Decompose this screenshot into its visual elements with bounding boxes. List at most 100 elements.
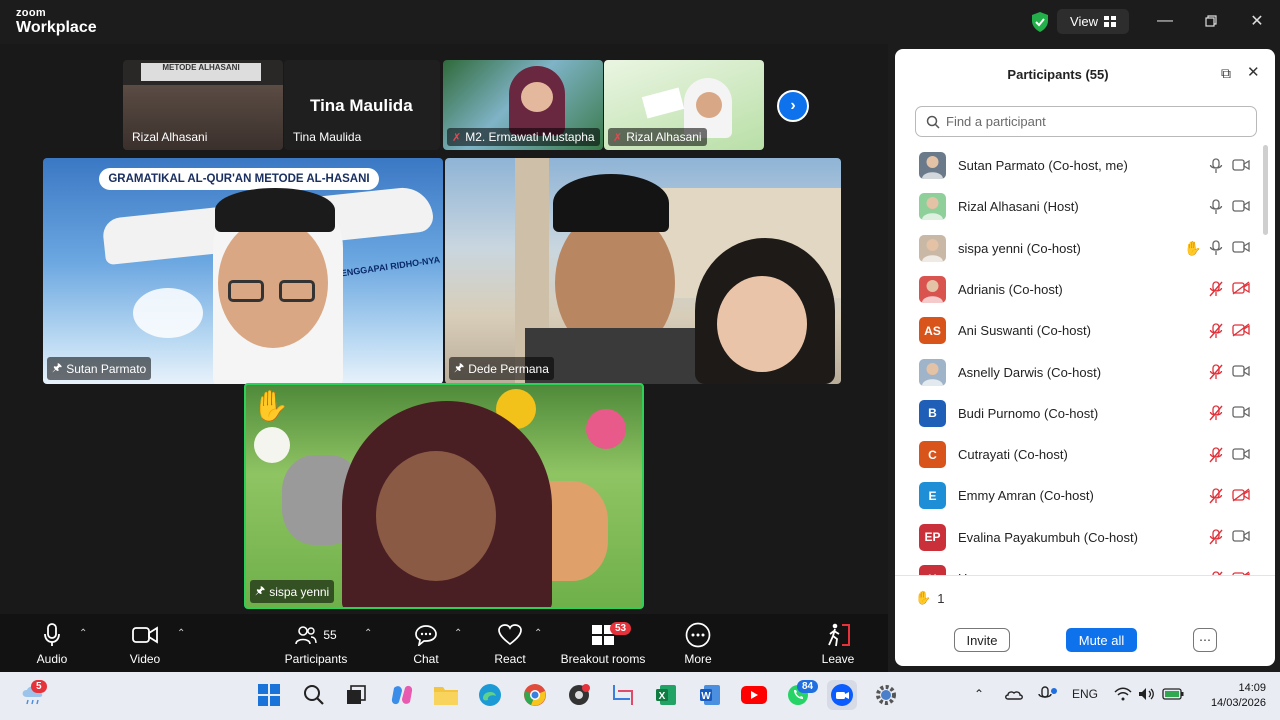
video-tile-dede[interactable]: 🖈 Dede Permana: [445, 158, 841, 384]
video-camera-icon[interactable]: [1232, 529, 1250, 545]
battery-icon[interactable]: [1162, 687, 1184, 701]
app-button-1[interactable]: [564, 680, 594, 710]
participant-row[interactable]: Sutan Parmato (Co-host, me): [895, 145, 1267, 186]
participant-row[interactable]: C Cutrayati (Co-host): [895, 434, 1267, 475]
video-button[interactable]: Video: [122, 622, 168, 666]
video-camera-icon[interactable]: [1232, 405, 1250, 421]
file-explorer-button[interactable]: [431, 680, 461, 710]
chat-button[interactable]: Chat: [406, 622, 446, 666]
react-options-caret[interactable]: ⌃: [534, 628, 542, 639]
audio-button[interactable]: Audio: [30, 622, 74, 666]
video-camera-icon[interactable]: [1232, 447, 1250, 463]
participant-row[interactable]: Rizal Alhasani (Host): [895, 186, 1267, 227]
microphone-muted-icon[interactable]: [1209, 405, 1223, 421]
wifi-icon[interactable]: [1114, 687, 1132, 701]
search-taskbar-button[interactable]: [299, 680, 329, 710]
participant-name: sispa yenni: [269, 584, 330, 599]
onedrive-icon[interactable]: [1004, 687, 1024, 703]
snipping-tool-button[interactable]: [607, 680, 637, 710]
panel-more-button[interactable]: ⋯: [1193, 628, 1217, 652]
brand-big: Workplace: [16, 19, 97, 36]
minimize-icon: —: [1157, 12, 1173, 29]
chevron-up-icon[interactable]: ⌃: [974, 687, 984, 701]
audio-options-caret[interactable]: ⌃: [79, 628, 87, 639]
brand-small: zoom: [16, 7, 46, 19]
excel-button[interactable]: X: [651, 680, 681, 710]
video-camera-icon[interactable]: [1232, 199, 1250, 215]
participant-name: Adrianis (Co-host): [958, 281, 1063, 297]
minimize-button[interactable]: —: [1150, 10, 1180, 32]
invite-button[interactable]: Invite: [954, 628, 1010, 652]
video-camera-icon[interactable]: [1232, 240, 1250, 256]
participant-row[interactable]: EP Evalina Payakumbuh (Co-host): [895, 517, 1267, 558]
avatar: [919, 152, 946, 179]
close-panel-icon[interactable]: ✕: [1247, 63, 1260, 81]
participant-row[interactable]: sispa yenni (Co-host) ✋: [895, 228, 1267, 269]
search-box[interactable]: [915, 106, 1257, 137]
microphone-muted-icon[interactable]: [1209, 446, 1223, 463]
plane-text: MENGGAPAI RIDHO-NYA: [332, 254, 441, 280]
video-options-caret[interactable]: ⌃: [177, 628, 185, 639]
thumbnail-ermawati[interactable]: ✗ M2. Ermawati Mustapha: [443, 60, 603, 150]
leave-button[interactable]: Leave: [818, 622, 858, 666]
more-button[interactable]: More: [678, 622, 718, 666]
raised-hand-icon: ✋: [1184, 239, 1202, 256]
raised-hand-icon: ✋: [252, 390, 290, 423]
microphone-icon[interactable]: [1209, 240, 1223, 256]
thumbnail-rizal-1[interactable]: METODE ALHASANI Rizal Alhasani: [123, 60, 283, 150]
microphone-muted-icon[interactable]: [1209, 488, 1223, 504]
start-button[interactable]: [254, 680, 284, 710]
microphone-muted-icon[interactable]: [1209, 529, 1223, 545]
thumbnail-tina[interactable]: Tina Maulida Tina Maulida: [284, 60, 440, 150]
next-page-button[interactable]: ›: [777, 90, 809, 122]
search-icon: [304, 685, 324, 705]
microphone-muted-icon[interactable]: [1209, 364, 1223, 380]
participant-row[interactable]: Adrianis (Co-host): [895, 269, 1267, 310]
microphone-tray-icon[interactable]: [1036, 686, 1058, 704]
participants-button[interactable]: 55 Participants: [280, 622, 352, 666]
video-camera-icon[interactable]: [1232, 364, 1250, 380]
participant-row[interactable]: E Emmy Amran (Co-host): [895, 475, 1267, 516]
mute-all-button[interactable]: Mute all: [1066, 628, 1137, 652]
video-camera-off-icon[interactable]: [1232, 488, 1250, 504]
participants-count: 55: [323, 628, 337, 642]
react-button[interactable]: React: [490, 622, 530, 666]
system-clock[interactable]: 14:09 14/03/2026: [1196, 681, 1266, 711]
thumbnail-rizal-2[interactable]: ✗ Rizal Alhasani: [604, 60, 764, 150]
participant-list-scrollbar[interactable]: [1263, 145, 1268, 235]
copilot-button[interactable]: [387, 680, 417, 710]
microphone-muted-icon[interactable]: [1209, 281, 1223, 297]
participant-row[interactable]: HH: [895, 558, 1267, 575]
view-button[interactable]: View: [1057, 9, 1129, 34]
pin-icon: 🖈: [52, 362, 63, 374]
search-input[interactable]: [946, 114, 1246, 129]
language-indicator[interactable]: ENG: [1072, 687, 1098, 701]
participant-row[interactable]: AS Ani Suswanti (Co-host): [895, 310, 1267, 351]
participants-options-caret[interactable]: ⌃: [364, 628, 372, 639]
close-window-button[interactable]: ✕: [1242, 10, 1272, 32]
video-camera-off-icon[interactable]: [1232, 323, 1250, 339]
microphone-muted-icon[interactable]: [1209, 323, 1223, 339]
shield-icon[interactable]: [1030, 11, 1050, 33]
microphone-icon[interactable]: [1209, 157, 1223, 174]
video-camera-off-icon[interactable]: [1232, 281, 1250, 297]
pop-out-icon[interactable]: ⧉: [1221, 65, 1231, 82]
microphone-icon[interactable]: [1209, 199, 1223, 215]
settings-button[interactable]: [871, 680, 901, 710]
breakout-rooms-button[interactable]: Breakout rooms: [558, 622, 648, 666]
raised-hands-count[interactable]: ✋ 1: [915, 590, 944, 606]
video-camera-icon[interactable]: [1232, 158, 1250, 174]
participant-row[interactable]: B Budi Purnomo (Co-host): [895, 393, 1267, 434]
youtube-button[interactable]: [739, 680, 769, 710]
task-view-button[interactable]: [341, 680, 371, 710]
volume-icon[interactable]: [1138, 687, 1156, 701]
video-tile-sispa[interactable]: ✋ 🖈 sispa yenni: [244, 383, 644, 609]
participant-row[interactable]: Asnelly Darwis (Co-host): [895, 352, 1267, 393]
video-tile-sutan[interactable]: GRAMATIKAL AL-QUR'AN METODE AL-HASANI ME…: [43, 158, 443, 384]
restore-button[interactable]: [1196, 10, 1226, 32]
edge-button[interactable]: [475, 680, 505, 710]
zoom-taskbar-button[interactable]: [827, 680, 857, 710]
chat-options-caret[interactable]: ⌃: [454, 628, 462, 639]
word-button[interactable]: W: [695, 680, 725, 710]
chrome-button[interactable]: [520, 680, 550, 710]
